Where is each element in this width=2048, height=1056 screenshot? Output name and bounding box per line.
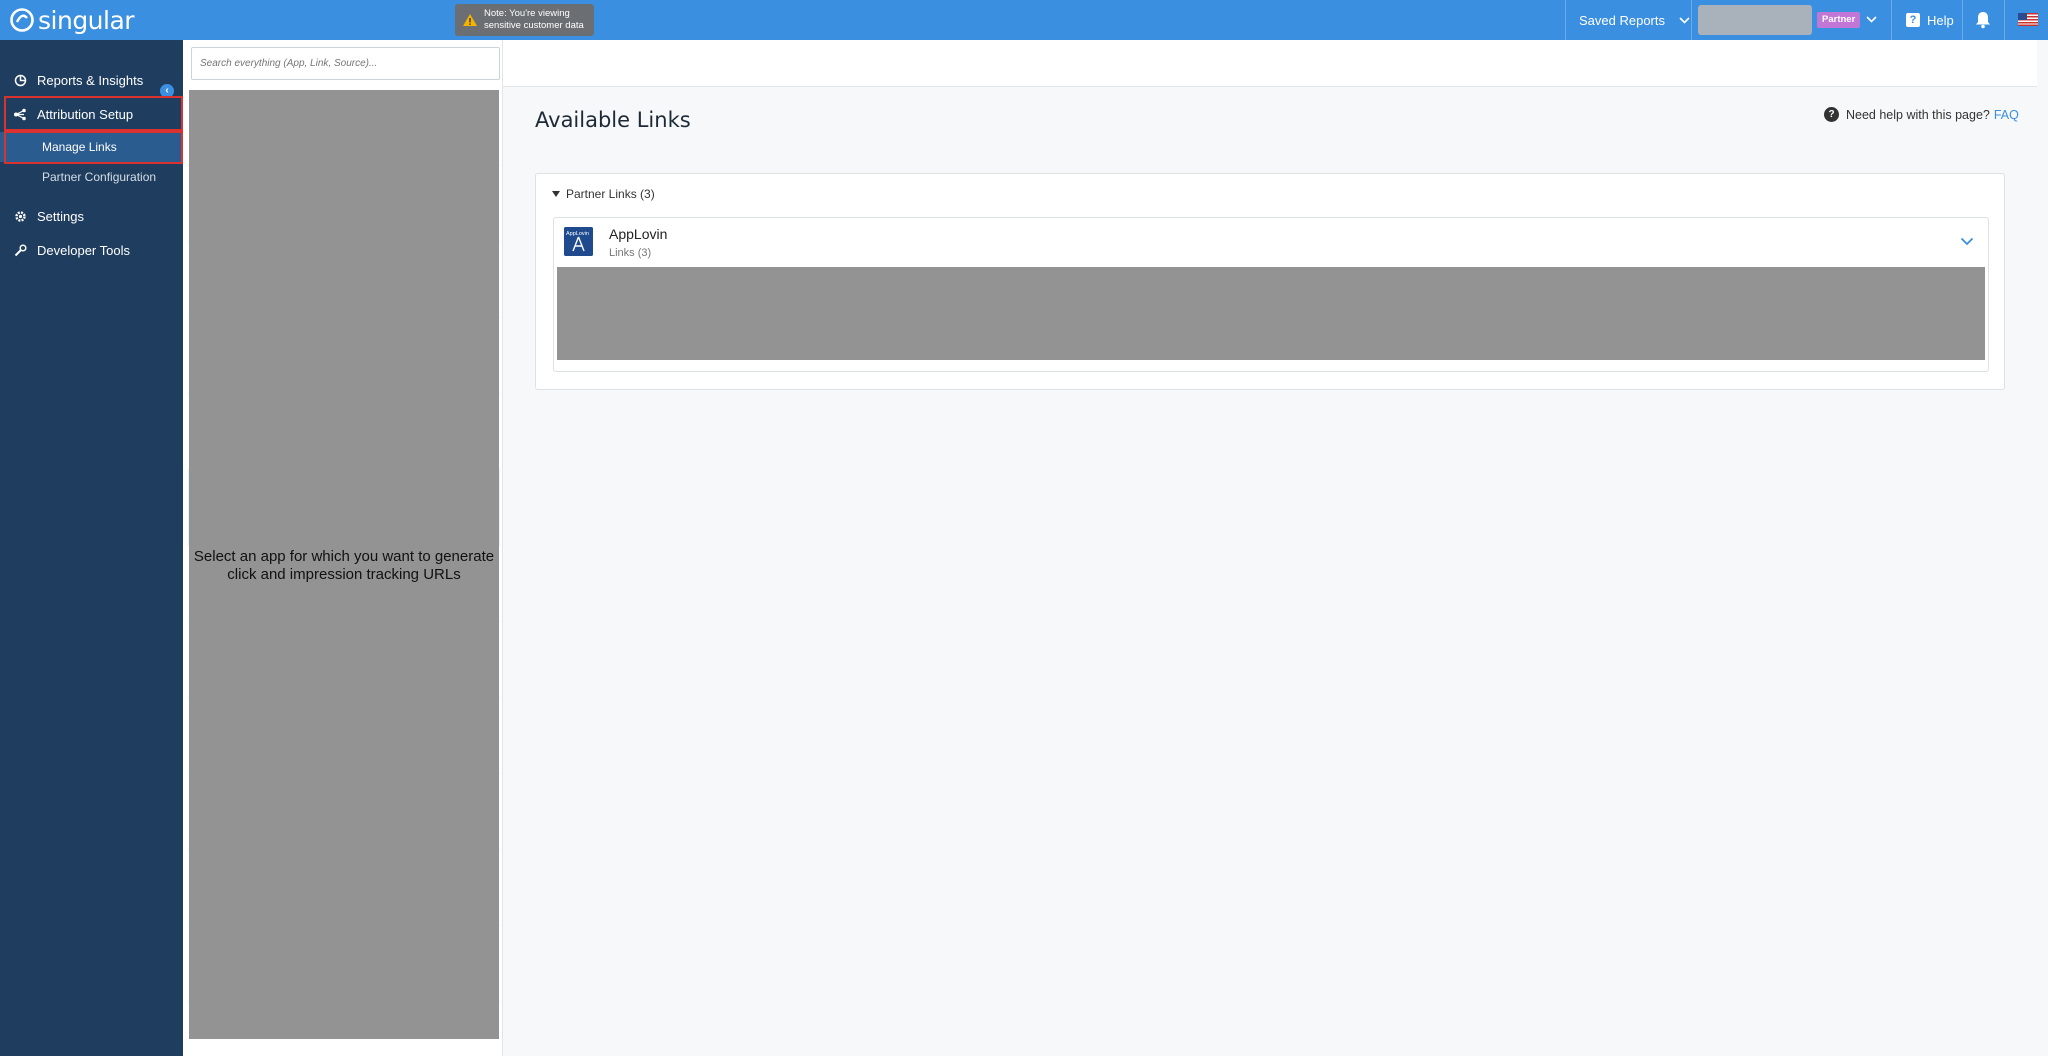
divider: [1891, 0, 1892, 40]
links-panel: Partner Links (3) AppLovin AppLovin Link…: [535, 173, 2005, 390]
partner-links-count: Links (3): [609, 247, 652, 259]
applovin-logo: AppLovin: [564, 227, 593, 256]
warning-icon: [463, 14, 477, 26]
main-toolbar: [503, 40, 2037, 87]
divider: [2004, 0, 2005, 40]
note-line1: Note: You're viewing: [484, 8, 570, 19]
gear-icon: [13, 209, 27, 223]
help-icon: ?: [1906, 13, 1920, 27]
sidebar: ‹ Reports & Insights Attribution Setup M…: [0, 40, 183, 1056]
search-input[interactable]: [191, 47, 500, 80]
account-selector[interactable]: [1698, 5, 1812, 35]
partner-name: AppLovin: [609, 226, 668, 242]
brand-name: singular: [38, 5, 135, 35]
note-line2: sensitive customer data: [484, 20, 584, 31]
divider: [1962, 0, 1963, 40]
sensitive-data-note: Note: You're viewing sensitive customer …: [455, 4, 594, 36]
svg-text:AppLovin: AppLovin: [566, 231, 589, 237]
partner-card: AppLovin AppLovin Links (3): [553, 217, 1989, 372]
reports-icon: [13, 73, 27, 87]
select-app-hint: Select an app for which you want to gene…: [189, 548, 499, 584]
us-flag-icon[interactable]: [2018, 13, 2038, 26]
bell-icon[interactable]: [1975, 11, 1991, 29]
sidebar-item-settings[interactable]: Settings: [0, 201, 183, 231]
sidebar-item-reports[interactable]: Reports & Insights: [0, 65, 183, 95]
group-label: Partner Links (3): [566, 187, 655, 201]
redacted-links-table: [557, 267, 1985, 360]
hint-line1: Select an app for which you want to gene…: [193, 548, 495, 565]
sidebar-item-label: Settings: [37, 208, 84, 224]
sidebar-subitem-partner-configuration[interactable]: Partner Configuration: [0, 162, 183, 192]
caret-down-icon: [552, 191, 560, 197]
chevron-down-icon[interactable]: [1960, 237, 1974, 246]
help-label: Help: [1927, 12, 1954, 28]
partner-links-group-toggle[interactable]: Partner Links (3): [552, 187, 655, 201]
top-bar: singular Note: You're viewing sensitive …: [0, 0, 2048, 40]
singular-logo[interactable]: singular: [9, 5, 135, 35]
saved-reports-label: Saved Reports: [1579, 12, 1665, 28]
divider: [1691, 0, 1692, 40]
highlight-box: [4, 96, 183, 131]
chevron-down-icon: [1679, 16, 1690, 24]
singular-logo-icon: [10, 8, 34, 32]
divider: [1565, 0, 1566, 40]
hint-line2: click and impression tracking URLs: [227, 566, 461, 583]
sidebar-item-label: Developer Tools: [37, 242, 130, 258]
sidebar-subitem-label: Partner Configuration: [42, 170, 157, 184]
sidebar-item-label: Reports & Insights: [37, 72, 144, 88]
highlight-box: [4, 131, 183, 164]
help-button[interactable]: ? Help: [1906, 0, 1954, 40]
chevron-down-icon[interactable]: [1866, 13, 1877, 27]
sidebar-item-developer-tools[interactable]: Developer Tools: [0, 235, 183, 265]
faq-link[interactable]: FAQ: [1994, 108, 2019, 122]
need-help: ? Need help with this page? FAQ: [1824, 107, 2019, 122]
page-title: Available Links: [535, 108, 691, 132]
wrench-icon: [13, 243, 27, 257]
partner-badge: Partner: [1817, 12, 1861, 28]
question-icon: ?: [1824, 107, 1839, 122]
saved-reports-dropdown[interactable]: Saved Reports: [1579, 0, 1690, 40]
need-help-text: Need help with this page?: [1846, 107, 1990, 122]
